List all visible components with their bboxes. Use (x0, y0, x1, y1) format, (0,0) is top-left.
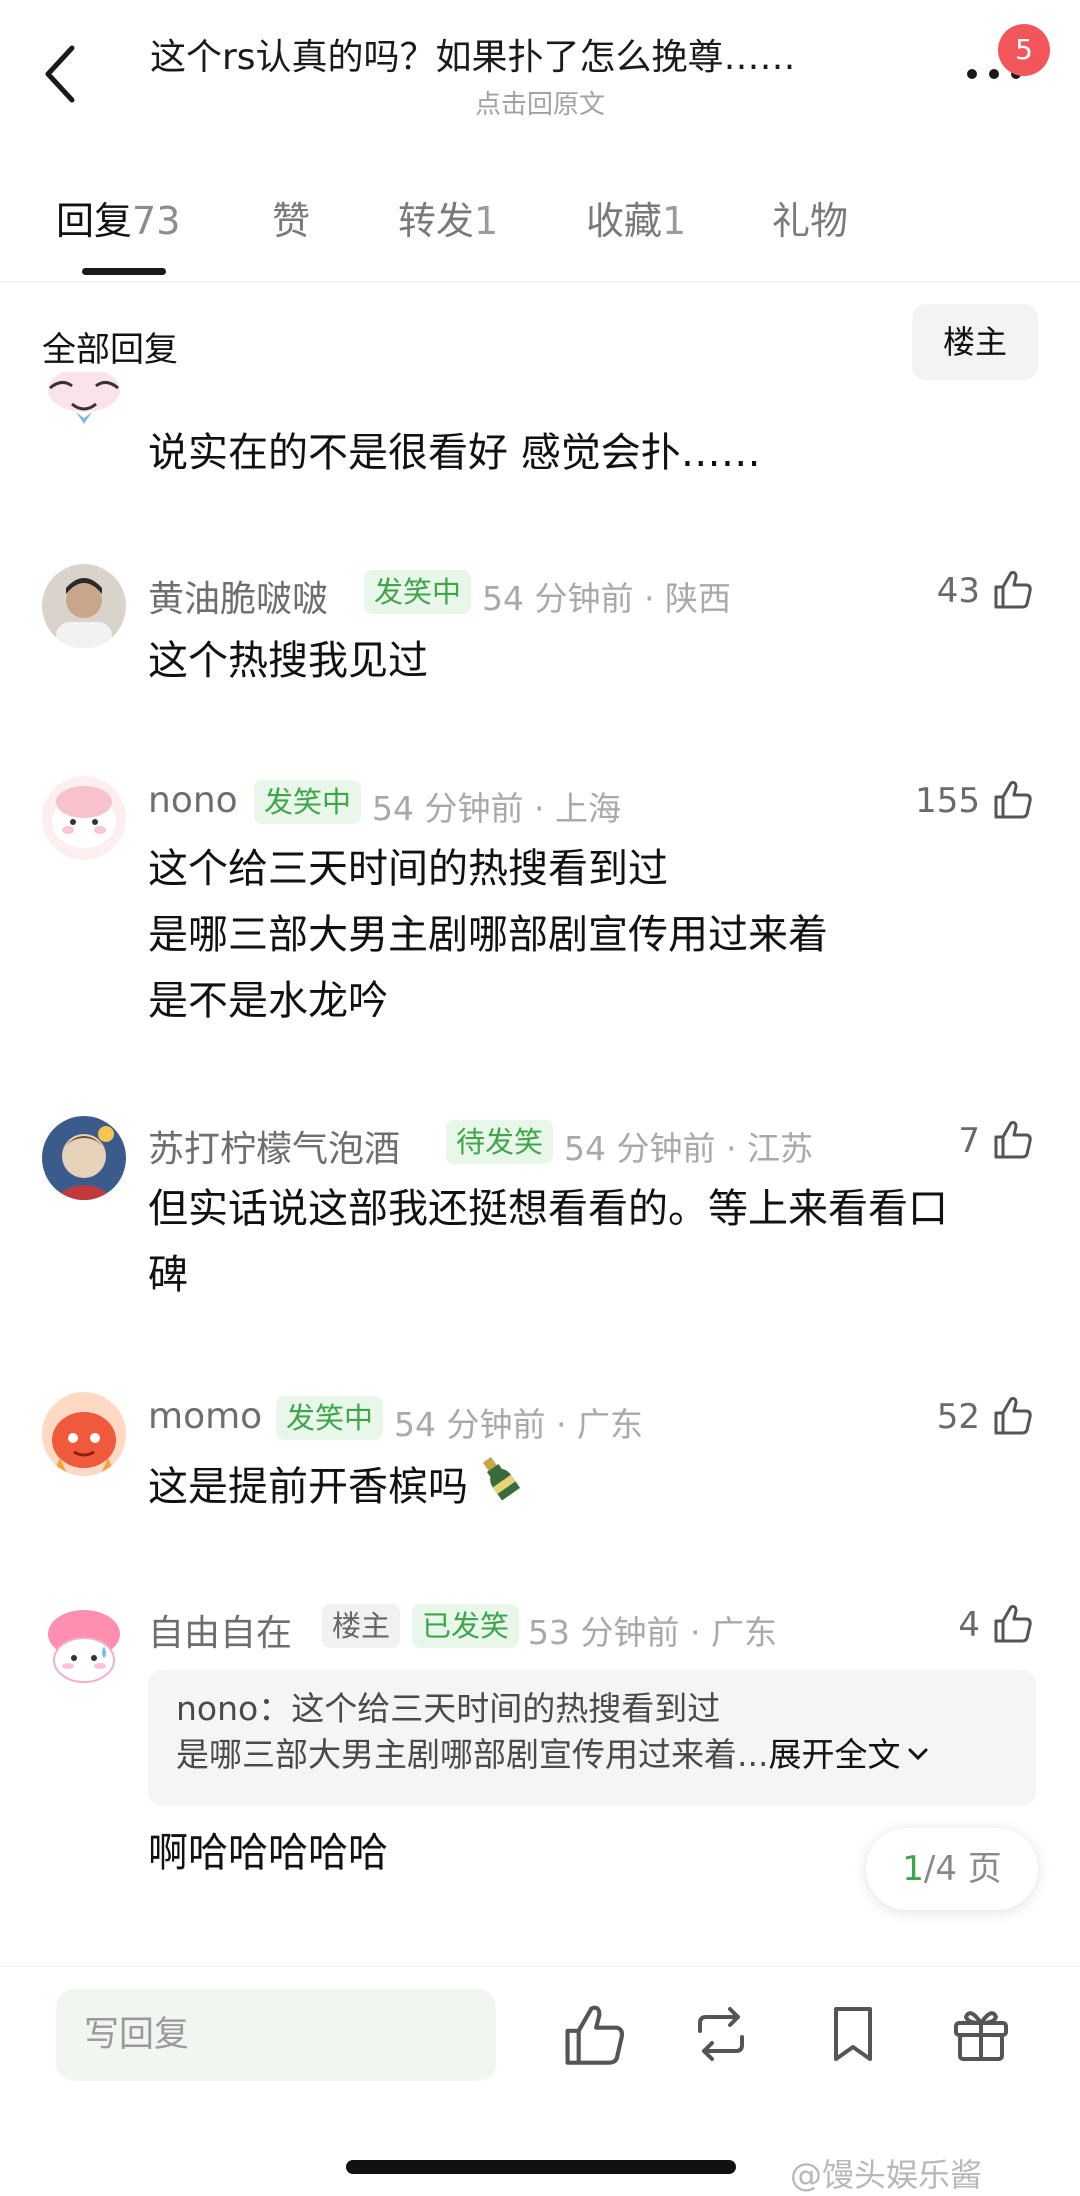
tab-favorites[interactable]: 收藏1 (586, 190, 686, 245)
thumbs-up-icon (990, 1601, 1034, 1649)
tab-label: 转发 (398, 199, 475, 243)
quote-line: 是哪三部大男主剧哪部剧宣传用过来着... 展开全文 (176, 1732, 1008, 1790)
tab-label: 礼物 (772, 199, 849, 243)
comment-meta: 53 分钟前 · 广东 (528, 1613, 777, 1652)
watermark: @馒头娱乐酱 (790, 2156, 983, 2194)
tab-count: 1 (474, 199, 499, 243)
status-tag: 发笑中 (364, 570, 472, 614)
avatar[interactable] (42, 1392, 126, 1476)
commenter-name[interactable]: 黄油脆啵啵 (148, 570, 328, 622)
current-page: 1 (902, 1849, 924, 1889)
like-button[interactable]: 52 (937, 1392, 1034, 1442)
comment-text: 是不是水龙吟 (148, 978, 388, 1024)
comment-text: 碑 (148, 1252, 188, 1298)
tab-likes[interactable]: 赞 (272, 190, 310, 245)
header: 这个rs认真的吗？如果扑了怎么挽尊…… 点击回原文 5 (0, 0, 1080, 150)
tab-count: 73 (132, 199, 181, 243)
like-count: 43 (936, 571, 980, 611)
quote-text: 是哪三部大男主剧哪部剧宣传用过来着... (176, 1735, 769, 1774)
status-tag: 发笑中 (276, 1396, 384, 1440)
comment-meta: 54 分钟前 · 广东 (394, 1405, 643, 1444)
tab-label: 回复 (56, 199, 133, 243)
avatar[interactable] (42, 564, 126, 648)
comment-text: 这是提前开香槟吗 (148, 1464, 468, 1510)
gift-icon[interactable] (946, 1999, 1016, 2069)
commenter-name[interactable]: nono (148, 780, 238, 821)
repost-icon[interactable] (686, 1999, 756, 2069)
status-tag: 发笑中 (254, 780, 362, 824)
quote-text: 这个给三天时间的热搜看到过 (291, 1689, 721, 1728)
commenter-name[interactable]: momo (148, 1396, 262, 1437)
all-replies-label: 全部回复 (42, 330, 178, 370)
notification-badge: 5 (998, 24, 1050, 76)
like-count: 52 (936, 1397, 980, 1437)
active-tab-indicator (82, 268, 166, 275)
comment-text: 这个热搜我见过 (148, 638, 428, 684)
avatar[interactable] (42, 776, 126, 860)
chevron-down-icon (906, 1732, 930, 1790)
like-button[interactable]: 7 (958, 1116, 1034, 1166)
thumbs-up-icon (990, 1117, 1034, 1165)
thumbs-up-icon (990, 567, 1034, 615)
quote-author: nono： (176, 1689, 292, 1728)
quoted-reply[interactable]: nono：这个给三天时间的热搜看到过 是哪三部大男主剧哪部剧宣传用过来着... … (148, 1670, 1036, 1806)
tab-reposts[interactable]: 转发1 (398, 190, 498, 245)
like-count: 4 (958, 1605, 980, 1645)
comment-meta: 54 分钟前 · 陕西 (482, 579, 731, 618)
comment-meta: 54 分钟前 · 上海 (372, 789, 621, 828)
expand-full-text-link[interactable]: 展开全文 (768, 1732, 900, 1790)
comment-page: 这个rs认真的吗？如果扑了怎么挽尊…… 点击回原文 5 回复73 赞 转发1 收… (0, 0, 1080, 2196)
tab-count: 1 (662, 199, 687, 243)
bookmark-icon[interactable] (818, 1999, 888, 2069)
champagne-emoji-icon (474, 1452, 524, 1522)
comment-text: 但实话说这部我还挺想看看的。等上来看看口 (148, 1186, 948, 1232)
avatar[interactable] (42, 1606, 126, 1690)
like-count: 155 (915, 781, 980, 821)
owner-only-button[interactable]: 楼主 (912, 304, 1038, 380)
tab-replies[interactable]: 回复73 (56, 190, 180, 245)
home-indicator[interactable] (346, 2160, 736, 2174)
like-count: 7 (958, 1121, 980, 1161)
comment-text-row: 这是提前开香槟吗 (148, 1452, 524, 1522)
tab-gifts[interactable]: 礼物 (772, 190, 848, 245)
commenter-name[interactable]: 苏打柠檬气泡酒 (148, 1120, 400, 1172)
page-indicator[interactable]: 1/4 页 (866, 1828, 1038, 1910)
back-to-original-link[interactable]: 点击回原文 (0, 84, 1080, 121)
total-pages: /4 页 (923, 1849, 1002, 1889)
comment-meta: 54 分钟前 · 江苏 (564, 1129, 813, 1168)
thumbs-up-icon (990, 777, 1034, 825)
avatar[interactable] (42, 1116, 126, 1200)
comment-text: 啊哈哈哈哈哈 (148, 1830, 388, 1876)
commenter-name[interactable]: 自由自在 (148, 1604, 292, 1656)
tab-bar: 回复73 赞 转发1 收藏1 礼物 (0, 190, 1080, 282)
comment-text: 这个给三天时间的热搜看到过 (148, 846, 668, 892)
comment-text: 是哪三部大男主剧哪部剧宣传用过来着 (148, 912, 828, 958)
owner-tag: 楼主 (322, 1604, 401, 1648)
status-tag: 已发笑 (412, 1604, 520, 1648)
like-icon[interactable] (558, 1999, 628, 2069)
tab-label: 赞 (272, 199, 311, 243)
status-tag: 待发笑 (446, 1120, 554, 1164)
avatar[interactable] (42, 372, 126, 442)
like-button[interactable]: 4 (958, 1600, 1034, 1650)
comment-text: 说实在的不是很看好 感觉会扑…… (148, 430, 761, 476)
thumbs-up-icon (990, 1393, 1034, 1441)
quote-line: nono：这个给三天时间的热搜看到过 (176, 1686, 1008, 1732)
reply-input[interactable]: 写回复 (56, 1989, 496, 2081)
post-title[interactable]: 这个rs认真的吗？如果扑了怎么挽尊…… (150, 34, 920, 82)
tab-label: 收藏 (586, 199, 663, 243)
like-button[interactable]: 155 (915, 776, 1034, 826)
like-button[interactable]: 43 (937, 566, 1034, 616)
